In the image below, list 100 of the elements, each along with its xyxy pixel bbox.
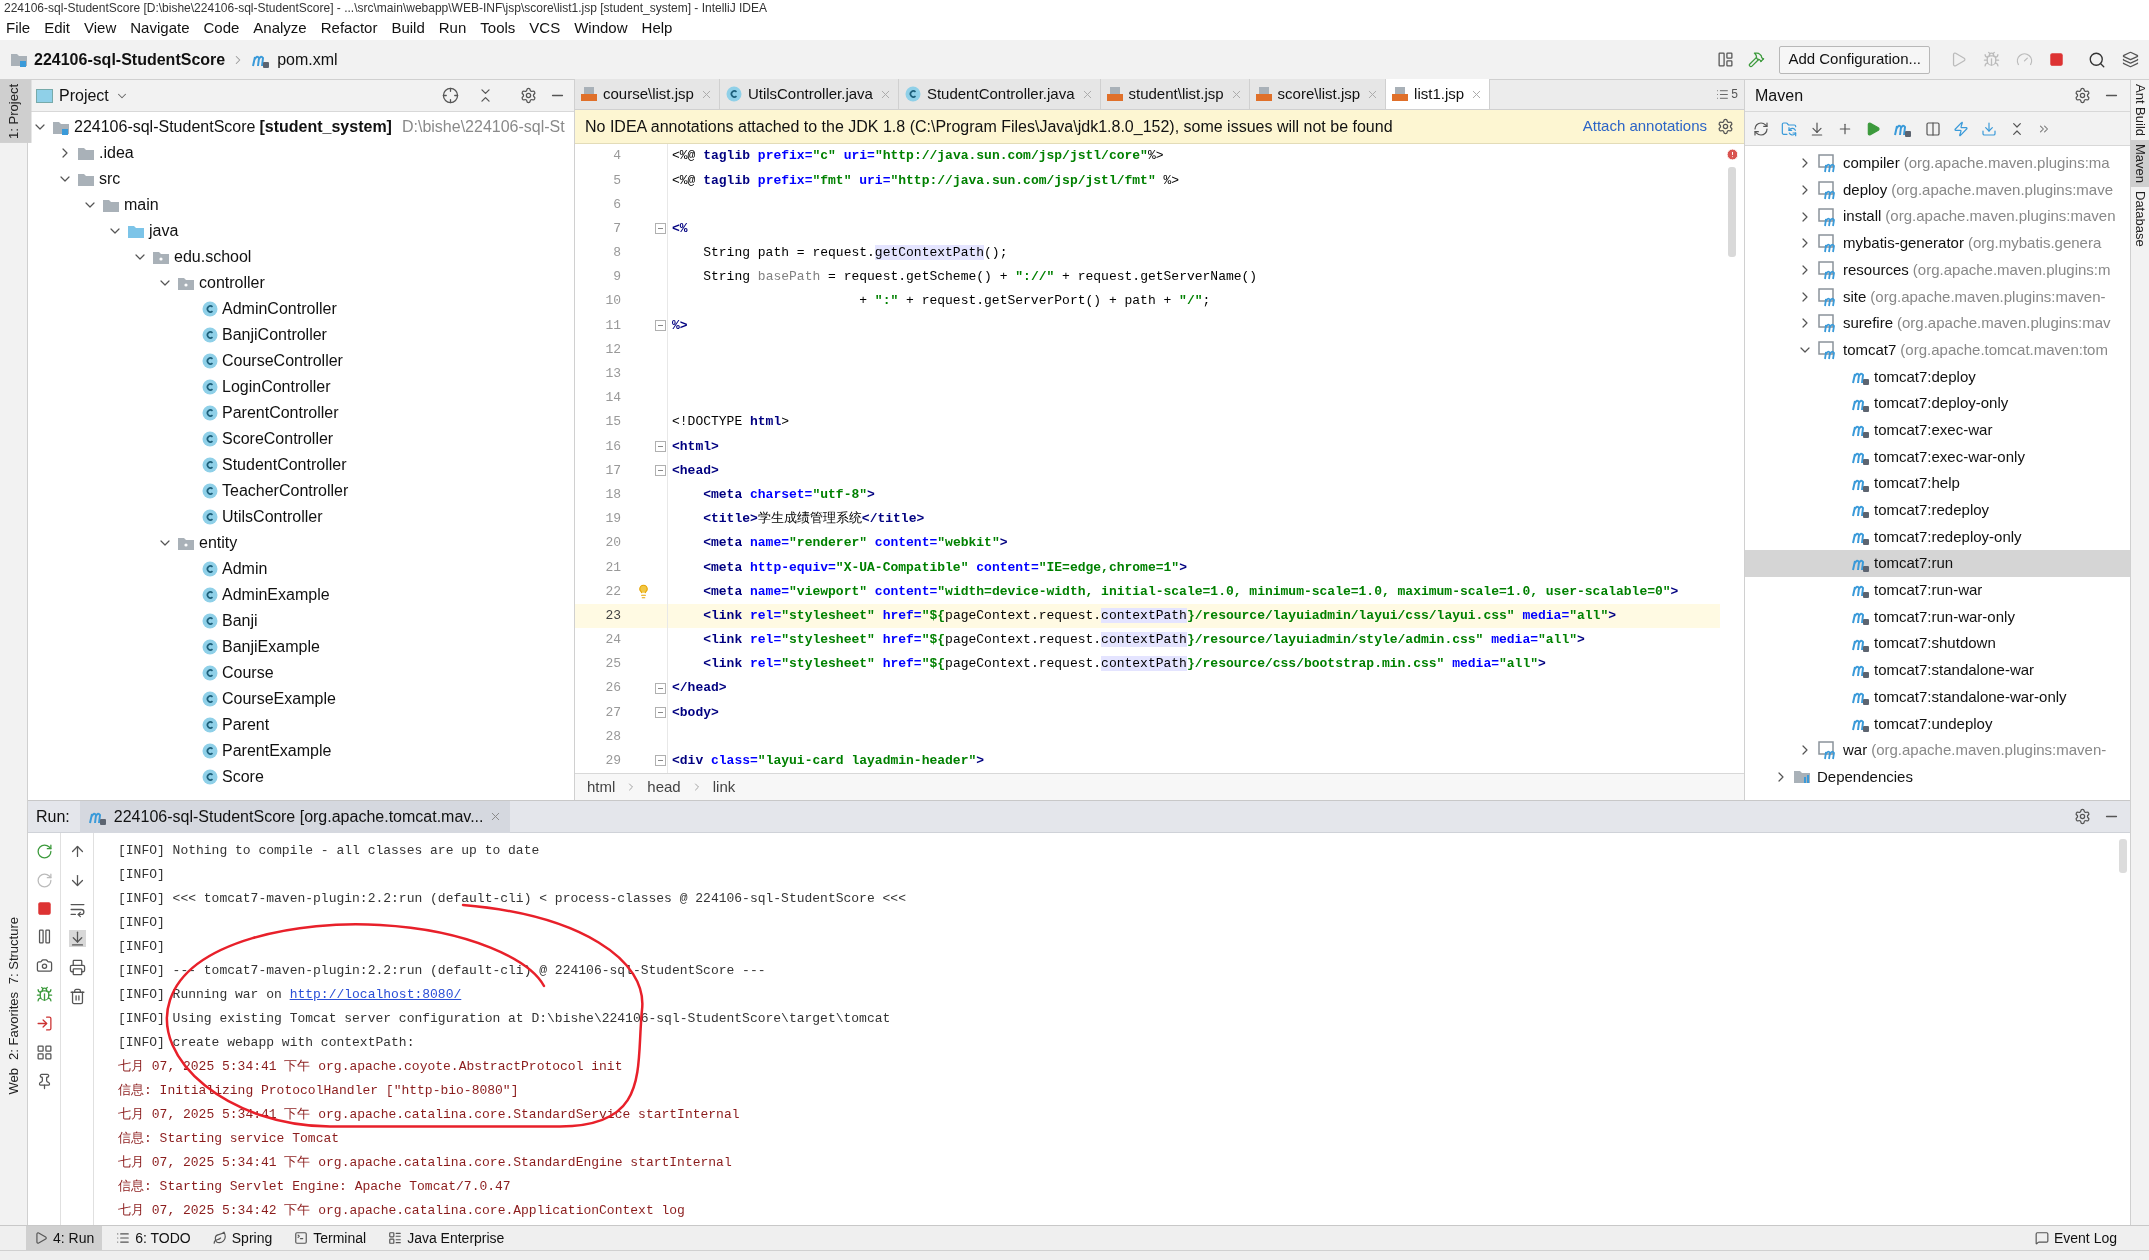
menu-item[interactable]: Run <box>438 16 467 40</box>
editor-tab[interactable]: UtilsController.java <box>719 79 899 109</box>
tree-item[interactable]: AdminController <box>222 297 337 321</box>
menu-item[interactable]: Tools <box>480 16 516 40</box>
breadcrumb-item[interactable]: link <box>712 775 736 799</box>
tree-item[interactable]: tomcat7 <box>1843 338 1897 362</box>
stop-icon[interactable] <box>36 901 52 916</box>
goal-item[interactable]: tomcat7:shutdown <box>1745 630 2130 658</box>
tree-item[interactable]: Score <box>222 765 264 789</box>
menu-item[interactable]: Analyze <box>253 16 307 40</box>
menu-item[interactable]: VCS <box>529 16 561 40</box>
goal-item[interactable]: tomcat7:run <box>1745 550 2130 577</box>
goal-item[interactable]: tomcat7:exec-war-only <box>1745 443 2130 471</box>
download-icon[interactable] <box>1809 120 1825 137</box>
tree-item[interactable]: TeacherController <box>222 479 349 503</box>
attach-annotations-link[interactable]: Attach annotations <box>1582 115 1707 138</box>
bug-icon[interactable] <box>35 986 53 1003</box>
breadcrumb-item[interactable]: html <box>587 775 616 799</box>
lightning-icon[interactable] <box>1953 120 1969 137</box>
tool-window-tab[interactable]: Ant Build <box>2131 80 2149 141</box>
goal-item[interactable]: tomcat7:undeploy <box>1745 710 2130 738</box>
rerun-icon[interactable] <box>35 843 53 860</box>
run-tab[interactable]: 224106-sql-StudentScore [org.apache.tomcat.mav... <box>79 800 511 833</box>
tree-item[interactable]: Admin <box>222 557 268 581</box>
editor-tab[interactable]: StudentController.java <box>898 79 1101 109</box>
fold-marker-icon[interactable] <box>654 682 666 694</box>
tree-item[interactable]: AdminExample <box>222 583 330 607</box>
tree-item[interactable]: java <box>149 219 179 243</box>
tool-window-tab[interactable]: 7: Structure <box>0 912 32 989</box>
tree-item[interactable]: 224106-sql-StudentScore <box>74 115 256 139</box>
tool-window-tab[interactable]: Java Enterprise <box>380 1225 513 1251</box>
tree-item[interactable]: CourseExample <box>222 687 336 711</box>
tool-window-tab[interactable]: 6: TODO <box>108 1225 199 1251</box>
tree-item[interactable]: deploy <box>1843 178 1888 202</box>
scrollbar-thumb[interactable] <box>1728 167 1736 257</box>
menu-item[interactable]: Navigate <box>130 16 190 40</box>
url-link[interactable]: http://localhost:8080/ <box>289 987 462 1003</box>
goal-item[interactable]: tomcat7:redeploy <box>1745 496 2130 524</box>
tree-item[interactable]: src <box>99 167 121 191</box>
goal-item[interactable]: tomcat7:redeploy-only <box>1745 523 2130 551</box>
menu-item[interactable]: Build <box>391 16 425 40</box>
fold-marker-icon[interactable] <box>654 465 666 477</box>
menu-item[interactable]: Edit <box>44 16 71 40</box>
goal-item[interactable]: tomcat7:help <box>1745 470 2130 497</box>
tree-item[interactable]: ParentController <box>222 401 339 425</box>
fold-marker-icon[interactable] <box>654 319 666 331</box>
tree-item[interactable]: resources <box>1843 258 1909 282</box>
trash-icon[interactable] <box>68 988 86 1005</box>
tree-item[interactable]: install <box>1843 205 1882 228</box>
panel-title[interactable]: Project <box>59 83 109 108</box>
tree-item[interactable]: Parent <box>222 713 270 737</box>
tree-item[interactable]: .idea <box>99 141 134 165</box>
tool-window-tab[interactable]: Web <box>0 1064 32 1099</box>
tool-window-tab[interactable]: 4: Run <box>26 1225 103 1251</box>
menu-item[interactable]: Code <box>203 16 240 40</box>
breadcrumb-item[interactable]: pom.xml <box>277 47 338 72</box>
scroll-to-end-icon[interactable] <box>68 930 86 947</box>
run-configuration-button[interactable]: Add Configuration... <box>1779 45 1930 74</box>
tree-item[interactable]: BanjiController <box>222 323 327 347</box>
tree-item[interactable]: UtilsController <box>222 505 323 529</box>
scrollbar-thumb[interactable] <box>2119 839 2127 873</box>
tool-window-tab[interactable]: Spring <box>204 1225 281 1251</box>
soft-wrap-icon[interactable] <box>68 901 86 918</box>
breadcrumb-item[interactable]: 224106-sql-StudentScore <box>34 47 226 72</box>
tree-item[interactable]: edu.school <box>174 245 252 269</box>
tree-item[interactable]: site <box>1843 285 1867 309</box>
goal-item[interactable]: tomcat7:standalone-war-only <box>1745 683 2130 711</box>
fold-marker-icon[interactable] <box>654 706 666 718</box>
tree-item[interactable]: ParentExample <box>222 739 332 763</box>
run-icon[interactable] <box>1865 120 1881 137</box>
tree-item[interactable]: war <box>1843 739 1868 762</box>
editor-tab[interactable]: list1.jsp <box>1386 79 1491 109</box>
tree-item[interactable]: main <box>124 193 159 217</box>
search-icon[interactable] <box>2088 50 2106 69</box>
settings-icon[interactable] <box>2074 87 2091 104</box>
breadcrumb-item[interactable]: head <box>647 775 681 799</box>
layout-icon[interactable] <box>1717 51 1735 68</box>
tool-window-tab[interactable]: Database <box>2131 187 2149 251</box>
menu-item[interactable]: View <box>84 16 117 40</box>
goal-item[interactable]: tomcat7:deploy-only <box>1745 390 2130 417</box>
tree-item[interactable]: mybatis-generator <box>1843 232 1964 255</box>
tree-item[interactable]: CourseController <box>222 349 343 373</box>
tool-window-tab[interactable]: Terminal <box>286 1225 375 1251</box>
fold-marker-icon[interactable] <box>654 440 666 452</box>
settings-icon[interactable] <box>1717 118 1734 135</box>
goal-item[interactable]: tomcat7:run-war <box>1745 577 2130 604</box>
editor-tab[interactable]: score\list.jsp <box>1249 79 1387 109</box>
tree-item[interactable]: compiler <box>1843 152 1900 175</box>
tree-item[interactable]: Course <box>222 661 274 685</box>
layers-icon[interactable] <box>2122 51 2139 68</box>
menu-item[interactable]: Window <box>574 16 628 40</box>
tree-item[interactable]: ScoreController <box>222 427 334 451</box>
settings-icon[interactable] <box>2074 808 2091 825</box>
folder-sync-icon[interactable] <box>1781 120 1797 137</box>
hammer-icon[interactable] <box>1748 51 1766 68</box>
goal-item[interactable]: tomcat7:standalone-war <box>1745 657 2130 684</box>
layout-icon[interactable] <box>35 1044 53 1061</box>
fold-marker-icon[interactable] <box>654 223 666 235</box>
tree-item[interactable]: BanjiExample <box>222 635 320 659</box>
editor-tab[interactable]: course\list.jsp <box>575 79 720 109</box>
